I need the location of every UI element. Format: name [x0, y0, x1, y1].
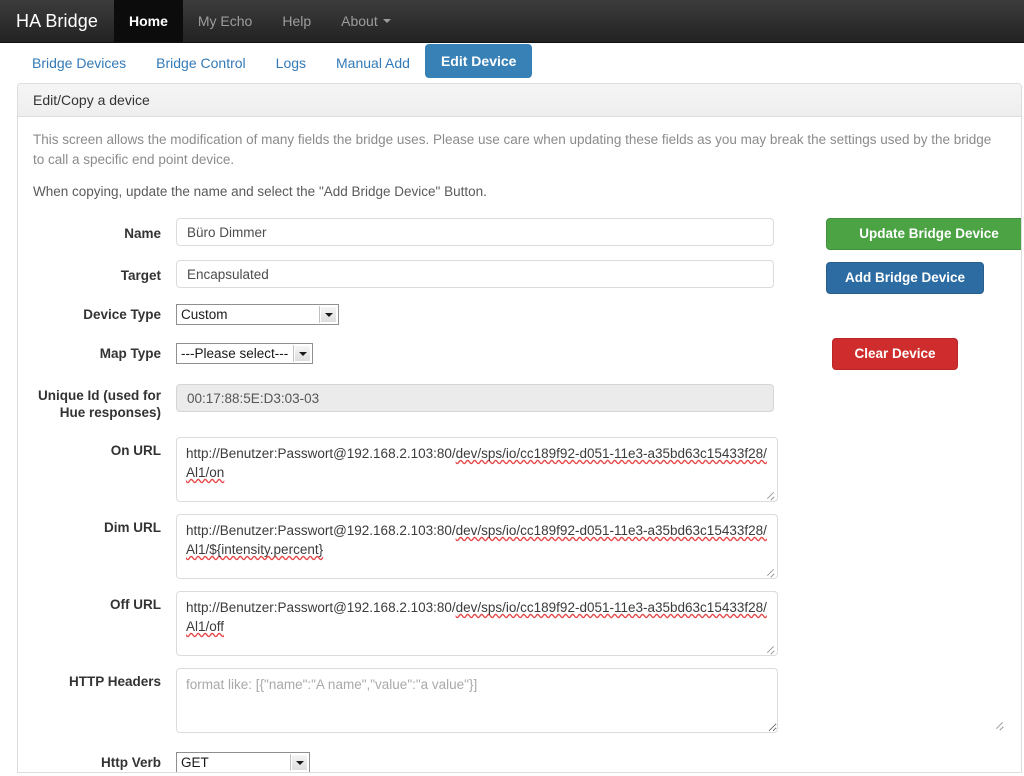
resize-handle-icon — [992, 717, 1005, 730]
nav-item-my-echo[interactable]: My Echo — [183, 0, 267, 42]
chevron-down-icon[interactable] — [293, 345, 311, 362]
resize-handle-icon — [763, 641, 776, 654]
tab-edit-device[interactable]: Edit Device — [424, 44, 533, 78]
form-row-dim-url: Dim URL http://Benutzer:Passwort@192.168… — [33, 514, 1006, 579]
form-row-device-type: Device Type Custom — [33, 302, 1006, 325]
chevron-down-icon[interactable] — [319, 306, 337, 323]
http-verb-select[interactable]: GET — [176, 752, 310, 772]
intro-paragraph-2: When copying, update the name and select… — [33, 184, 487, 199]
form-row-name: Name — [33, 218, 1006, 246]
on-url-textarea[interactable]: http://Benutzer:Passwort@192.168.2.103:8… — [176, 437, 778, 502]
form-row-target: Target — [33, 260, 1006, 288]
nav-item-home[interactable]: Home — [113, 0, 183, 42]
target-label: Target — [120, 268, 161, 283]
target-input[interactable] — [176, 260, 774, 288]
on-url-prefix: http://Benutzer:Passwort@192.168.2.103:8… — [186, 446, 456, 461]
name-input[interactable] — [176, 218, 774, 246]
form-row-off-url: Off URL http://Benutzer:Passwort@192.168… — [33, 591, 1006, 656]
edit-device-panel: Edit/Copy a device This screen allows th… — [17, 83, 1022, 773]
dim-url-textarea[interactable]: http://Benutzer:Passwort@192.168.2.103:8… — [176, 514, 778, 579]
top-navbar: HA Bridge Home My Echo Help About — [0, 0, 1024, 43]
device-type-select[interactable]: Custom — [176, 304, 339, 325]
tab-logs[interactable]: Logs — [261, 48, 321, 78]
device-type-select-value: Custom — [181, 306, 228, 322]
navbar-menu: Home My Echo Help About — [113, 0, 406, 42]
on-url-label: On URL — [110, 443, 161, 458]
dim-url-prefix: http://Benutzer:Passwort@192.168.2.103:8… — [186, 523, 456, 538]
chevron-down-icon[interactable] — [290, 754, 308, 771]
chevron-down-icon — [382, 19, 391, 23]
http-headers-label: HTTP Headers — [68, 674, 161, 689]
http-headers-textarea[interactable] — [176, 668, 778, 733]
unique-id-label: Unique Id (used for Hue responses) — [38, 388, 161, 420]
form-row-map-type: Map Type ---Please select--- — [33, 341, 1006, 364]
tab-strip: Bridge Devices Bridge Control Logs Manua… — [0, 43, 1024, 78]
dim-url-label: Dim URL — [104, 520, 161, 535]
form-row-http-headers: HTTP Headers — [33, 668, 1006, 736]
map-type-field-col: ---Please select--- — [176, 343, 1006, 364]
name-field-col — [176, 218, 1006, 246]
form-row-unique-id: Unique Id (used for Hue responses) — [33, 384, 1006, 421]
map-type-select-value: ---Please select--- — [181, 345, 289, 361]
navbar-brand[interactable]: HA Bridge — [0, 0, 114, 42]
map-type-label: Map Type — [99, 346, 161, 361]
panel-heading: Edit/Copy a device — [18, 84, 1021, 117]
nav-item-about-label: About — [341, 13, 378, 29]
on-url-field-col: http://Benutzer:Passwort@192.168.2.103:8… — [176, 437, 1006, 502]
target-field-col — [176, 260, 1006, 288]
intro-paragraph-1: This screen allows the modification of m… — [33, 132, 992, 167]
nav-item-help[interactable]: Help — [267, 0, 326, 42]
http-verb-field-col: GET — [176, 752, 1006, 772]
unique-id-input[interactable] — [176, 384, 774, 412]
form-row-on-url: On URL http://Benutzer:Passwort@192.168.… — [33, 437, 1006, 502]
name-label: Name — [124, 226, 161, 241]
off-url-prefix: http://Benutzer:Passwort@192.168.2.103:8… — [186, 600, 456, 615]
tab-manual-add[interactable]: Manual Add — [321, 48, 425, 78]
device-type-label: Device Type — [83, 307, 161, 322]
off-url-field-col: http://Benutzer:Passwort@192.168.2.103:8… — [176, 591, 1006, 656]
form-row-http-verb: Http Verb GET — [33, 750, 1006, 772]
panel-body: This screen allows the modification of m… — [18, 117, 1021, 772]
map-type-select[interactable]: ---Please select--- — [176, 343, 313, 364]
http-verb-select-value: GET — [181, 754, 209, 770]
http-verb-label: Http Verb — [100, 755, 161, 770]
tab-bridge-control[interactable]: Bridge Control — [141, 48, 261, 78]
off-url-label: Off URL — [110, 597, 161, 612]
off-url-textarea[interactable]: http://Benutzer:Passwort@192.168.2.103:8… — [176, 591, 778, 656]
http-headers-field-col — [176, 668, 1006, 736]
resize-handle-icon — [763, 487, 776, 500]
unique-id-field-col — [176, 384, 1006, 412]
resize-handle-icon — [763, 564, 776, 577]
device-type-field-col: Custom — [176, 304, 1006, 325]
tab-bridge-devices[interactable]: Bridge Devices — [17, 48, 141, 78]
nav-item-about[interactable]: About — [326, 0, 406, 42]
dim-url-field-col: http://Benutzer:Passwort@192.168.2.103:8… — [176, 514, 1006, 579]
